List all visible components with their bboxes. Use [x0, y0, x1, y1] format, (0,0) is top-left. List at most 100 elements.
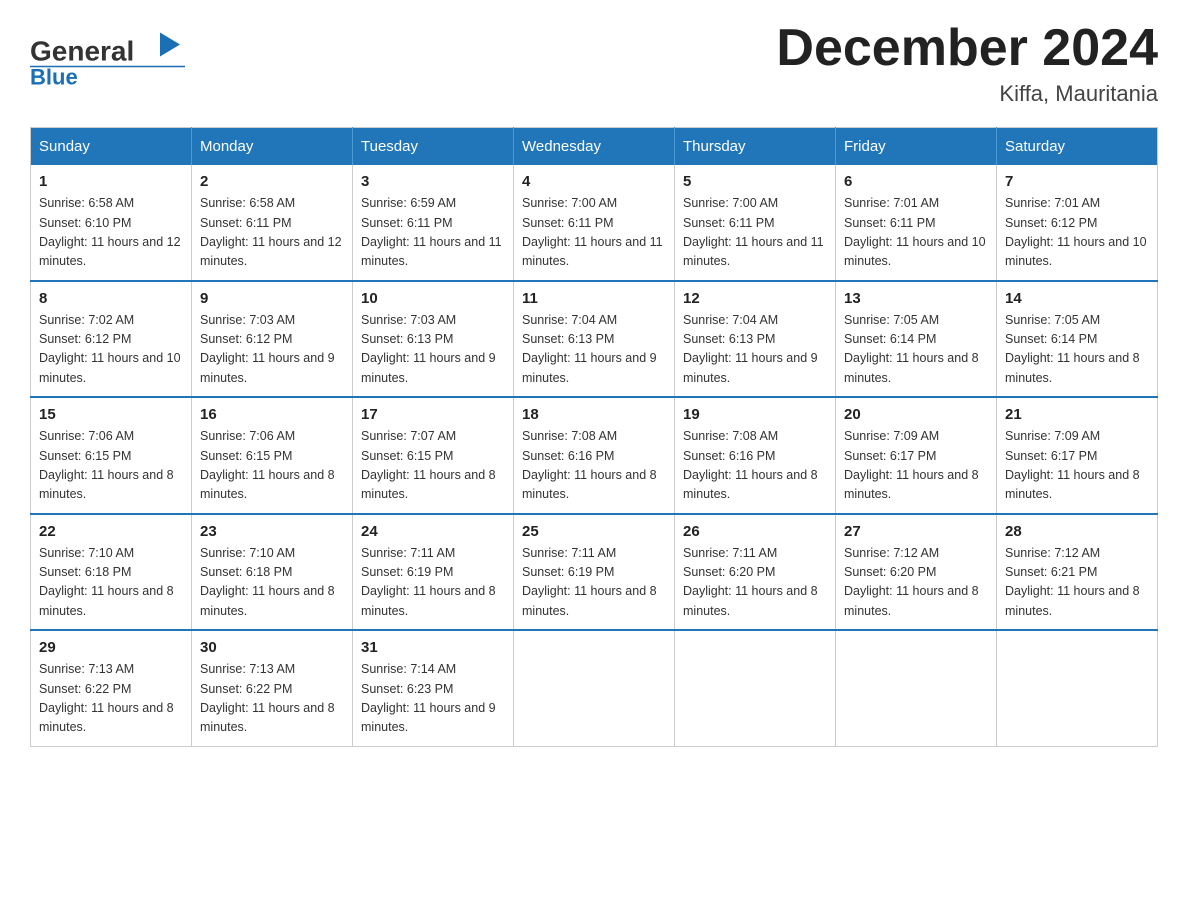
location-label: Kiffa, Mauritania — [776, 81, 1158, 107]
empty-cell — [836, 630, 997, 746]
day-info: Sunrise: 7:14 AMSunset: 6:23 PMDaylight:… — [361, 662, 496, 734]
day-number: 27 — [844, 523, 988, 540]
day-info: Sunrise: 7:06 AMSunset: 6:15 PMDaylight:… — [39, 429, 174, 501]
week-row-2: 8 Sunrise: 7:02 AMSunset: 6:12 PMDayligh… — [31, 281, 1158, 398]
day-info: Sunrise: 7:05 AMSunset: 6:14 PMDaylight:… — [1005, 313, 1140, 385]
day-cell-19: 19 Sunrise: 7:08 AMSunset: 6:16 PMDaylig… — [675, 397, 836, 514]
day-cell-9: 9 Sunrise: 7:03 AMSunset: 6:12 PMDayligh… — [192, 281, 353, 398]
day-cell-15: 15 Sunrise: 7:06 AMSunset: 6:15 PMDaylig… — [31, 397, 192, 514]
weekday-header-wednesday: Wednesday — [514, 128, 675, 166]
day-cell-16: 16 Sunrise: 7:06 AMSunset: 6:15 PMDaylig… — [192, 397, 353, 514]
day-info: Sunrise: 7:08 AMSunset: 6:16 PMDaylight:… — [522, 429, 657, 501]
day-number: 18 — [522, 406, 666, 423]
day-number: 21 — [1005, 406, 1149, 423]
day-cell-12: 12 Sunrise: 7:04 AMSunset: 6:13 PMDaylig… — [675, 281, 836, 398]
day-info: Sunrise: 7:09 AMSunset: 6:17 PMDaylight:… — [1005, 429, 1140, 501]
day-number: 6 — [844, 173, 988, 190]
empty-cell — [675, 630, 836, 746]
day-info: Sunrise: 7:01 AMSunset: 6:12 PMDaylight:… — [1005, 196, 1147, 268]
day-cell-22: 22 Sunrise: 7:10 AMSunset: 6:18 PMDaylig… — [31, 514, 192, 631]
day-cell-6: 6 Sunrise: 7:01 AMSunset: 6:11 PMDayligh… — [836, 165, 997, 281]
day-info: Sunrise: 7:11 AMSunset: 6:19 PMDaylight:… — [361, 546, 496, 618]
weekday-header-row: SundayMondayTuesdayWednesdayThursdayFrid… — [31, 128, 1158, 166]
day-info: Sunrise: 7:04 AMSunset: 6:13 PMDaylight:… — [522, 313, 657, 385]
day-cell-25: 25 Sunrise: 7:11 AMSunset: 6:19 PMDaylig… — [514, 514, 675, 631]
day-cell-23: 23 Sunrise: 7:10 AMSunset: 6:18 PMDaylig… — [192, 514, 353, 631]
weekday-header-tuesday: Tuesday — [353, 128, 514, 166]
day-number: 9 — [200, 290, 344, 307]
logo: General Blue — [30, 20, 190, 90]
day-cell-21: 21 Sunrise: 7:09 AMSunset: 6:17 PMDaylig… — [997, 397, 1158, 514]
day-cell-30: 30 Sunrise: 7:13 AMSunset: 6:22 PMDaylig… — [192, 630, 353, 746]
calendar-table: SundayMondayTuesdayWednesdayThursdayFrid… — [30, 127, 1158, 747]
weekday-header-thursday: Thursday — [675, 128, 836, 166]
day-number: 24 — [361, 523, 505, 540]
day-cell-4: 4 Sunrise: 7:00 AMSunset: 6:11 PMDayligh… — [514, 165, 675, 281]
day-info: Sunrise: 7:13 AMSunset: 6:22 PMDaylight:… — [39, 662, 174, 734]
day-info: Sunrise: 7:09 AMSunset: 6:17 PMDaylight:… — [844, 429, 979, 501]
day-info: Sunrise: 7:10 AMSunset: 6:18 PMDaylight:… — [200, 546, 335, 618]
week-row-3: 15 Sunrise: 7:06 AMSunset: 6:15 PMDaylig… — [31, 397, 1158, 514]
day-info: Sunrise: 7:03 AMSunset: 6:12 PMDaylight:… — [200, 313, 335, 385]
day-info: Sunrise: 7:07 AMSunset: 6:15 PMDaylight:… — [361, 429, 496, 501]
day-number: 30 — [200, 639, 344, 656]
day-number: 14 — [1005, 290, 1149, 307]
day-number: 29 — [39, 639, 183, 656]
day-info: Sunrise: 7:00 AMSunset: 6:11 PMDaylight:… — [522, 196, 663, 268]
day-cell-17: 17 Sunrise: 7:07 AMSunset: 6:15 PMDaylig… — [353, 397, 514, 514]
day-cell-1: 1 Sunrise: 6:58 AMSunset: 6:10 PMDayligh… — [31, 165, 192, 281]
week-row-5: 29 Sunrise: 7:13 AMSunset: 6:22 PMDaylig… — [31, 630, 1158, 746]
day-number: 8 — [39, 290, 183, 307]
day-info: Sunrise: 6:58 AMSunset: 6:11 PMDaylight:… — [200, 196, 342, 268]
day-cell-26: 26 Sunrise: 7:11 AMSunset: 6:20 PMDaylig… — [675, 514, 836, 631]
day-number: 15 — [39, 406, 183, 423]
day-cell-27: 27 Sunrise: 7:12 AMSunset: 6:20 PMDaylig… — [836, 514, 997, 631]
day-number: 19 — [683, 406, 827, 423]
day-number: 4 — [522, 173, 666, 190]
day-cell-10: 10 Sunrise: 7:03 AMSunset: 6:13 PMDaylig… — [353, 281, 514, 398]
page-header: General Blue December 2024 Kiffa, Maurit… — [30, 20, 1158, 107]
day-info: Sunrise: 7:05 AMSunset: 6:14 PMDaylight:… — [844, 313, 979, 385]
weekday-header-sunday: Sunday — [31, 128, 192, 166]
day-cell-24: 24 Sunrise: 7:11 AMSunset: 6:19 PMDaylig… — [353, 514, 514, 631]
weekday-header-saturday: Saturday — [997, 128, 1158, 166]
day-cell-14: 14 Sunrise: 7:05 AMSunset: 6:14 PMDaylig… — [997, 281, 1158, 398]
day-cell-28: 28 Sunrise: 7:12 AMSunset: 6:21 PMDaylig… — [997, 514, 1158, 631]
day-cell-8: 8 Sunrise: 7:02 AMSunset: 6:12 PMDayligh… — [31, 281, 192, 398]
week-row-4: 22 Sunrise: 7:10 AMSunset: 6:18 PMDaylig… — [31, 514, 1158, 631]
day-cell-11: 11 Sunrise: 7:04 AMSunset: 6:13 PMDaylig… — [514, 281, 675, 398]
day-number: 3 — [361, 173, 505, 190]
day-number: 5 — [683, 173, 827, 190]
day-number: 1 — [39, 173, 183, 190]
title-section: December 2024 Kiffa, Mauritania — [776, 20, 1158, 107]
day-number: 17 — [361, 406, 505, 423]
day-info: Sunrise: 7:13 AMSunset: 6:22 PMDaylight:… — [200, 662, 335, 734]
day-number: 23 — [200, 523, 344, 540]
day-info: Sunrise: 7:11 AMSunset: 6:20 PMDaylight:… — [683, 546, 818, 618]
day-info: Sunrise: 7:03 AMSunset: 6:13 PMDaylight:… — [361, 313, 496, 385]
day-cell-13: 13 Sunrise: 7:05 AMSunset: 6:14 PMDaylig… — [836, 281, 997, 398]
week-row-1: 1 Sunrise: 6:58 AMSunset: 6:10 PMDayligh… — [31, 165, 1158, 281]
day-info: Sunrise: 7:08 AMSunset: 6:16 PMDaylight:… — [683, 429, 818, 501]
logo-image: General Blue — [30, 20, 190, 90]
day-number: 26 — [683, 523, 827, 540]
empty-cell — [514, 630, 675, 746]
day-info: Sunrise: 7:06 AMSunset: 6:15 PMDaylight:… — [200, 429, 335, 501]
day-info: Sunrise: 7:00 AMSunset: 6:11 PMDaylight:… — [683, 196, 824, 268]
month-title: December 2024 — [776, 20, 1158, 77]
day-info: Sunrise: 7:10 AMSunset: 6:18 PMDaylight:… — [39, 546, 174, 618]
day-info: Sunrise: 7:04 AMSunset: 6:13 PMDaylight:… — [683, 313, 818, 385]
day-info: Sunrise: 6:59 AMSunset: 6:11 PMDaylight:… — [361, 196, 502, 268]
day-number: 13 — [844, 290, 988, 307]
day-cell-20: 20 Sunrise: 7:09 AMSunset: 6:17 PMDaylig… — [836, 397, 997, 514]
day-cell-18: 18 Sunrise: 7:08 AMSunset: 6:16 PMDaylig… — [514, 397, 675, 514]
day-info: Sunrise: 6:58 AMSunset: 6:10 PMDaylight:… — [39, 196, 181, 268]
day-cell-2: 2 Sunrise: 6:58 AMSunset: 6:11 PMDayligh… — [192, 165, 353, 281]
day-cell-29: 29 Sunrise: 7:13 AMSunset: 6:22 PMDaylig… — [31, 630, 192, 746]
day-info: Sunrise: 7:11 AMSunset: 6:19 PMDaylight:… — [522, 546, 657, 618]
day-number: 20 — [844, 406, 988, 423]
day-info: Sunrise: 7:12 AMSunset: 6:20 PMDaylight:… — [844, 546, 979, 618]
day-number: 16 — [200, 406, 344, 423]
day-info: Sunrise: 7:02 AMSunset: 6:12 PMDaylight:… — [39, 313, 181, 385]
day-number: 2 — [200, 173, 344, 190]
